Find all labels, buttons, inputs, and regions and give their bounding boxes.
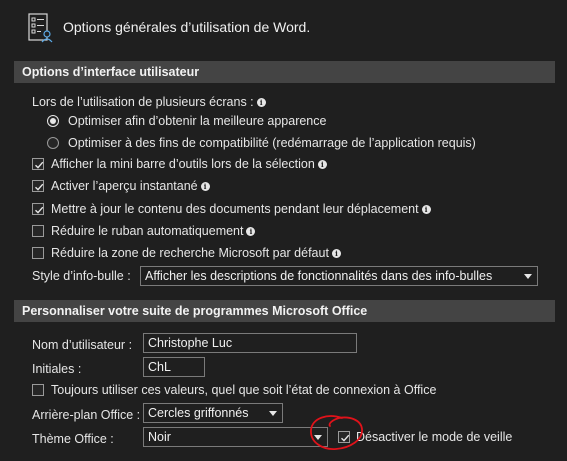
radio-optimize-compatibility-label: Optimiser à des fins de compatibilité (r… bbox=[68, 136, 476, 150]
info-icon: i bbox=[331, 249, 341, 258]
checkmark-icon bbox=[35, 183, 44, 191]
office-theme-value: Noir bbox=[148, 430, 171, 444]
info-icon: i bbox=[200, 182, 210, 191]
page-title: Options générales d’utilisation de Word. bbox=[63, 19, 311, 35]
multi-screen-label: Lors de l’utilisation de plusieurs écran… bbox=[32, 95, 266, 109]
office-background-select[interactable]: Cercles griffonnés bbox=[143, 403, 283, 423]
chevron-down-icon bbox=[524, 274, 532, 279]
checkbox-live-preview[interactable] bbox=[32, 180, 44, 192]
checkbox-mini-toolbar[interactable] bbox=[32, 158, 44, 170]
checkbox-collapse-ribbon[interactable] bbox=[32, 225, 44, 237]
options-list-icon bbox=[28, 13, 54, 43]
checkbox-always-use-values-label: Toujours utiliser ces valeurs, quel que … bbox=[51, 383, 437, 397]
checkbox-collapse-search-label: Réduire la zone de recherche Microsoft p… bbox=[51, 246, 341, 260]
checkbox-always-use-values[interactable] bbox=[32, 384, 44, 396]
initials-input[interactable]: ChL bbox=[143, 357, 205, 377]
radio-optimize-compatibility[interactable] bbox=[47, 137, 59, 149]
checkmark-icon bbox=[35, 206, 44, 214]
tooltip-style-value: Afficher les descriptions de fonctionnal… bbox=[145, 269, 493, 283]
checkbox-live-preview-label: Activer l’aperçu instantané i bbox=[51, 179, 210, 193]
office-theme-label: Thème Office : bbox=[32, 432, 114, 446]
checkbox-update-content[interactable] bbox=[32, 203, 44, 215]
username-input[interactable]: Christophe Luc bbox=[143, 333, 357, 353]
checkbox-disable-sleep-mode-label: Désactiver le mode de veille bbox=[356, 430, 513, 444]
tooltip-style-select[interactable]: Afficher les descriptions de fonctionnal… bbox=[140, 266, 538, 286]
office-background-label: Arrière-plan Office : bbox=[32, 408, 141, 422]
checkbox-collapse-search[interactable] bbox=[32, 247, 44, 259]
checkbox-mini-toolbar-label: Afficher la mini barre d’outils lors de … bbox=[51, 157, 327, 171]
radio-optimize-appearance[interactable] bbox=[47, 115, 59, 127]
annotation-circle-icon bbox=[310, 415, 363, 450]
office-theme-select[interactable]: Noir bbox=[143, 427, 328, 447]
info-icon: i bbox=[256, 98, 266, 107]
tooltip-style-label: Style d’info-bulle : bbox=[32, 269, 131, 283]
info-icon: i bbox=[421, 205, 431, 214]
checkbox-update-content-label: Mettre à jour le contenu des documents p… bbox=[51, 202, 431, 216]
chevron-down-icon bbox=[269, 411, 277, 416]
initials-label: Initiales : bbox=[32, 362, 82, 376]
office-background-value: Cercles griffonnés bbox=[148, 406, 249, 420]
radio-optimize-appearance-label: Optimiser afin d’obtenir la meilleure ap… bbox=[68, 114, 327, 128]
section-header-office: Personnaliser votre suite de programmes … bbox=[14, 300, 555, 322]
info-icon: i bbox=[317, 160, 327, 169]
checkmark-icon bbox=[35, 161, 44, 169]
checkbox-collapse-ribbon-label: Réduire le ruban automatiquement i bbox=[51, 224, 256, 238]
username-label: Nom d’utilisateur : bbox=[32, 338, 133, 352]
info-icon: i bbox=[246, 227, 256, 236]
section-header-ui-options: Options d’interface utilisateur bbox=[14, 61, 555, 83]
